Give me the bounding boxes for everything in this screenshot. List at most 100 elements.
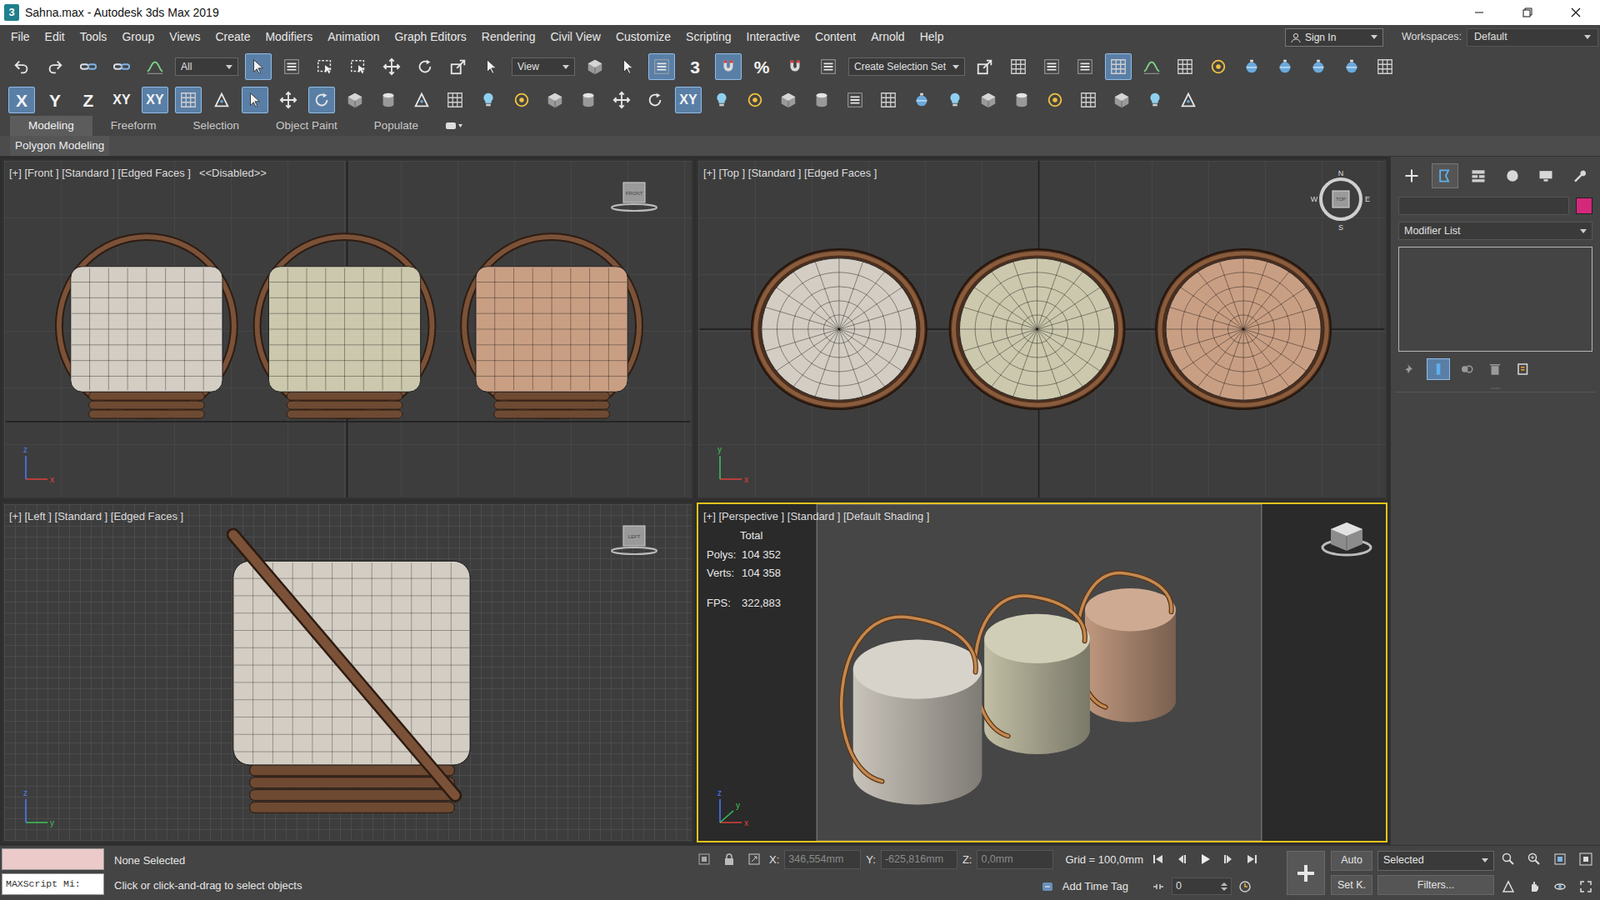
ribbon-tab[interactable]: Modeling — [10, 115, 93, 136]
viewport-label[interactable]: [+] [Top ] [Standard ] [Edged Faces ] — [703, 165, 877, 182]
viewcube[interactable] — [1319, 517, 1375, 558]
toolbar-button[interactable] — [908, 86, 935, 114]
lock-button[interactable] — [719, 849, 740, 870]
toolbar-button[interactable] — [1271, 53, 1299, 80]
menu-item[interactable]: Interactive — [739, 28, 809, 46]
menu-item[interactable]: Create — [207, 28, 258, 46]
menu-item[interactable]: Tools — [72, 28, 115, 46]
command-panel-tab[interactable] — [1532, 163, 1560, 189]
zoom-all-button[interactable] — [1524, 849, 1545, 870]
viewport-label[interactable]: [+] [Perspective ] [Standard ] [Default … — [703, 508, 930, 525]
menu-item[interactable]: Scripting — [678, 28, 739, 46]
toolbar-button[interactable] — [1038, 53, 1065, 80]
toolbar-button[interactable] — [575, 86, 602, 114]
ribbon-tab[interactable]: Freeform — [92, 115, 175, 136]
current-frame-field[interactable]: 0 — [1171, 877, 1232, 895]
set-key-button[interactable]: Set K. — [1330, 875, 1373, 895]
modifier-stack[interactable] — [1398, 246, 1593, 352]
toolbar-button[interactable] — [1105, 53, 1132, 80]
toolbar-button[interactable] — [641, 86, 669, 114]
toolbar-button[interactable] — [1371, 53, 1399, 80]
toolbar-button[interactable]: XY — [675, 86, 702, 114]
command-panel-tab[interactable] — [1431, 163, 1459, 189]
pouf[interactable] — [233, 535, 470, 814]
field-of-view-button[interactable] — [1498, 876, 1519, 897]
coordinate-field[interactable]: 346,554mm — [784, 850, 861, 870]
stack-button[interactable] — [1398, 358, 1422, 380]
restore-button[interactable] — [1503, 0, 1552, 25]
command-panel-tab[interactable] — [1398, 163, 1425, 189]
key-filter-dropdown[interactable]: Selected — [1377, 850, 1495, 871]
viewport[interactable]: [+] [Left ] [Standard ] [Edged Faces ]LE… — [2, 502, 694, 843]
toolbar-button[interactable]: 3 — [681, 53, 709, 80]
panel-divider[interactable] — [1395, 386, 1596, 393]
toolbar-button[interactable] — [715, 53, 742, 80]
maxscript-listener[interactable]: MAXScript Mi: — [1, 873, 105, 895]
pouf[interactable] — [464, 236, 640, 419]
coordinate-field[interactable]: -625,816mm — [880, 850, 958, 870]
pouf[interactable] — [841, 616, 982, 805]
key-filters-button[interactable]: Filters... — [1377, 875, 1495, 895]
toolbar-button[interactable] — [478, 53, 505, 80]
toolbar-button[interactable] — [741, 86, 769, 114]
menu-item[interactable]: Group — [114, 28, 162, 46]
time-configuration-button[interactable] — [1235, 876, 1255, 897]
viewport[interactable]: [+] [Top ] [Standard ] [Edged Faces ]TOP… — [696, 159, 1388, 500]
toolbar-button[interactable] — [441, 86, 469, 114]
toolbar-button[interactable] — [1108, 86, 1135, 114]
previous-frame-button[interactable] — [1171, 849, 1192, 870]
toolbar-button[interactable]: Y — [41, 86, 69, 114]
pouf[interactable] — [1076, 573, 1176, 723]
isolate-button[interactable] — [694, 849, 715, 870]
sign-in-button[interactable]: Sign In — [1285, 28, 1384, 47]
menu-item[interactable]: Rendering — [474, 28, 544, 46]
coordinate-field[interactable]: 0,0mm — [976, 850, 1054, 870]
set-keys-button[interactable] — [1286, 850, 1325, 895]
menu-item[interactable]: Animation — [320, 28, 387, 46]
go-to-end-button[interactable] — [1241, 849, 1262, 870]
play-button[interactable] — [1195, 849, 1215, 870]
toolbar-button[interactable] — [41, 53, 69, 80]
toolbar-button[interactable] — [108, 53, 135, 80]
toolbar-button[interactable] — [475, 86, 502, 114]
pouf[interactable] — [751, 249, 927, 410]
zoom-button[interactable] — [1498, 849, 1519, 870]
menu-item[interactable]: Customize — [608, 28, 679, 46]
toolbar-button[interactable]: XY — [141, 86, 169, 114]
toolbar-button[interactable] — [1205, 53, 1232, 80]
toolbar-button[interactable] — [615, 53, 642, 80]
absolute-mode-button[interactable] — [744, 849, 765, 870]
toolbar-button[interactable] — [141, 53, 169, 80]
command-panel-tab[interactable] — [1499, 163, 1526, 189]
toolbar-button[interactable] — [241, 86, 269, 114]
viewcube[interactable]: FRONT — [610, 179, 659, 215]
viewport-label[interactable]: [+] [Front ] [Standard ] [Edged Faces ]<… — [9, 165, 267, 182]
zoom-extents-all-button[interactable] — [1575, 849, 1596, 870]
toolbar-button[interactable]: Z — [75, 86, 102, 114]
toolbar-button[interactable] — [781, 53, 809, 80]
toolbar-button[interactable] — [345, 53, 372, 80]
menu-item[interactable]: Content — [807, 28, 864, 46]
toolbar-button[interactable] — [1338, 53, 1365, 80]
toolbar-button[interactable] — [341, 86, 369, 114]
zoom-extents-button[interactable] — [1550, 849, 1570, 870]
modifier-list-dropdown[interactable]: Modifier List — [1398, 221, 1593, 240]
toolbar-button[interactable] — [775, 86, 802, 114]
menu-item[interactable]: Edit — [37, 28, 73, 46]
close-button[interactable] — [1551, 0, 1600, 25]
orbit-button[interactable] — [1550, 876, 1570, 897]
menu-item[interactable]: Civil View — [542, 28, 608, 46]
pouf[interactable] — [257, 236, 433, 419]
command-panel-tab[interactable] — [1565, 163, 1593, 189]
toolbar-button[interactable] — [8, 53, 35, 80]
toolbar-button[interactable] — [411, 53, 439, 80]
toolbar-button[interactable] — [975, 86, 1002, 114]
go-to-start-button[interactable] — [1148, 849, 1169, 870]
stack-button[interactable] — [1511, 358, 1535, 380]
pouf[interactable] — [975, 595, 1090, 755]
toolbar-button[interactable] — [408, 86, 435, 114]
viewcube[interactable]: LEFT — [610, 522, 659, 558]
key-mode-button[interactable] — [1148, 876, 1169, 897]
toolbar-button[interactable]: % — [748, 53, 775, 80]
viewport[interactable]: [+] [Perspective ] [Standard ] [Default … — [696, 502, 1388, 843]
